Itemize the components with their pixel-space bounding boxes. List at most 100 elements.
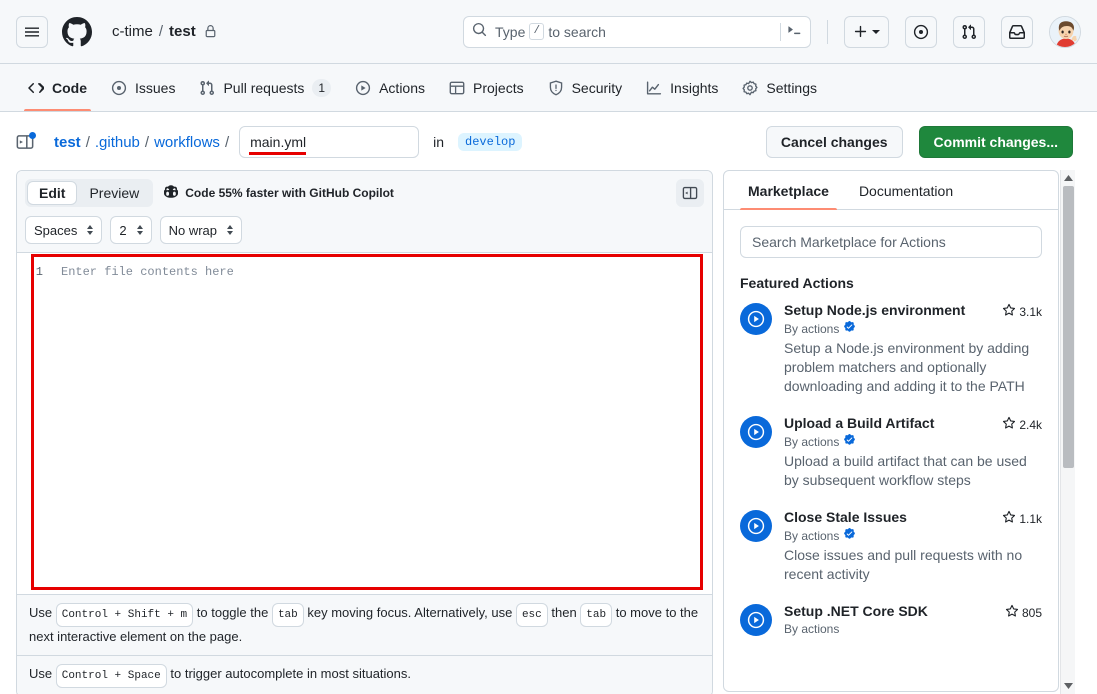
- edit-preview-tabs: Edit Preview: [25, 179, 154, 207]
- action-author-label: By actions: [784, 622, 840, 636]
- sidebar-item-issues[interactable]: Issues: [99, 64, 187, 111]
- marketplace-column: Marketplace Documentation Featured Actio…: [723, 170, 1075, 694]
- sidebar-item-projects[interactable]: Projects: [437, 64, 536, 111]
- shield-icon: [548, 79, 564, 96]
- featured-actions-title: Featured Actions: [740, 275, 854, 291]
- kbd-tab-1: tab: [271, 603, 304, 627]
- action-name[interactable]: Setup .NET Core SDK: [784, 602, 999, 621]
- list-item[interactable]: Setup .NET Core SDK 805 By actions: [740, 602, 1042, 636]
- breadcrumb-owner[interactable]: c-time: [112, 23, 153, 40]
- graph-icon: [646, 80, 662, 96]
- marketplace-scrollbar[interactable]: [1060, 170, 1075, 694]
- chevron-updown-icon: [136, 225, 143, 235]
- global-search-input[interactable]: Type / to search: [463, 15, 811, 48]
- create-new-button[interactable]: [844, 15, 889, 48]
- action-body: Upload a Build Artifact 2.4k By actions …: [784, 414, 1042, 490]
- chevron-updown-icon: [87, 225, 94, 235]
- scrollbar-down-arrow-icon[interactable]: [1061, 678, 1076, 693]
- gear-icon: [742, 80, 758, 96]
- action-description: Close issues and pull requests with no r…: [784, 547, 1023, 582]
- breadcrumb-crumb-github[interactable]: .github: [95, 134, 140, 151]
- action-star-count: 2.4k: [1019, 417, 1042, 432]
- chevron-down-icon: [872, 29, 880, 34]
- action-stars: 3.1k: [1002, 303, 1042, 320]
- cancel-changes-button[interactable]: Cancel changes: [765, 126, 903, 158]
- kbd-esc: esc: [515, 603, 548, 627]
- action-name[interactable]: Close Stale Issues: [784, 508, 996, 527]
- nav-label-actions: Actions: [379, 79, 426, 96]
- tab-edit[interactable]: Edit: [27, 181, 78, 205]
- help-text-2: Use Control + Space to trigger autocompl…: [29, 664, 411, 688]
- file-edit-header: test / .github / workflows / in develop …: [0, 112, 1097, 170]
- verified-badge-icon: [843, 321, 856, 337]
- action-author: By actions: [784, 321, 1042, 337]
- sidebar-item-security[interactable]: Security: [536, 64, 635, 111]
- notifications-button[interactable]: [1001, 15, 1033, 48]
- copilot-promo-label: Code 55% faster with GitHub Copilot: [185, 186, 394, 200]
- marketplace-panel: Marketplace Documentation Featured Actio…: [723, 170, 1059, 692]
- action-head: Setup .NET Core SDK 805: [784, 602, 1042, 621]
- breadcrumb-crumb-workflows[interactable]: workflows: [154, 134, 220, 151]
- tab-marketplace[interactable]: Marketplace: [740, 171, 837, 210]
- editor-toolbar-row-2: Spaces 2 No wrap: [25, 216, 704, 244]
- scrollbar-up-arrow-icon[interactable]: [1061, 171, 1076, 186]
- global-header: c-time / test Type / to search: [0, 0, 1097, 64]
- unsaved-changes-dot: [29, 132, 36, 139]
- github-logo-icon[interactable]: [62, 16, 92, 47]
- list-item[interactable]: Upload a Build Artifact 2.4k By actions …: [740, 414, 1042, 490]
- help-text-1: Use Control + Shift + m to toggle the ta…: [29, 603, 699, 644]
- command-palette-icon[interactable]: [780, 22, 802, 41]
- verified-badge-icon: [843, 434, 856, 450]
- commit-changes-button[interactable]: Commit changes...: [918, 126, 1073, 158]
- list-item[interactable]: Close Stale Issues 1.1k By actions Close…: [740, 508, 1042, 584]
- action-name[interactable]: Upload a Build Artifact: [784, 414, 996, 433]
- code-editor-area[interactable]: 1 Enter file contents here: [17, 253, 712, 594]
- sidebar-item-settings[interactable]: Settings: [730, 64, 829, 111]
- nav-label-settings: Settings: [766, 79, 818, 96]
- play-icon: [355, 80, 371, 96]
- branch-badge[interactable]: develop: [458, 133, 523, 151]
- action-head: Close Stale Issues 1.1k: [784, 508, 1042, 527]
- breadcrumb-separator: /: [158, 23, 164, 40]
- tab-preview[interactable]: Preview: [77, 181, 151, 205]
- search-slash-key: /: [529, 23, 545, 40]
- issues-assigned-button[interactable]: [905, 15, 937, 48]
- side-panel-collapse-icon[interactable]: [676, 179, 704, 207]
- marketplace-search-input[interactable]: [740, 226, 1042, 258]
- indent-mode-select[interactable]: Spaces: [25, 216, 103, 244]
- nav-label-projects: Projects: [473, 79, 524, 96]
- action-body: Setup Node.js environment 3.1k By action…: [784, 301, 1042, 396]
- pull-requests-button[interactable]: [953, 15, 985, 48]
- list-item[interactable]: Setup Node.js environment 3.1k By action…: [740, 301, 1042, 396]
- filename-field-wrapper: [237, 126, 420, 158]
- sidebar-item-code[interactable]: Code: [16, 64, 99, 111]
- breadcrumb-repo[interactable]: test: [169, 23, 196, 40]
- indent-mode-value: Spaces: [34, 222, 78, 238]
- breadcrumb-crumb-repo[interactable]: test: [54, 134, 81, 151]
- wrap-mode-select[interactable]: No wrap: [159, 216, 243, 244]
- search-placeholder-suffix: to search: [548, 23, 606, 40]
- scrollbar-thumb[interactable]: [1063, 186, 1074, 468]
- copilot-promo[interactable]: Code 55% faster with GitHub Copilot: [163, 184, 394, 203]
- header-breadcrumb: c-time / test: [112, 23, 217, 40]
- action-head: Setup Node.js environment 3.1k: [784, 301, 1042, 320]
- breadcrumb-sep-1: /: [85, 133, 90, 151]
- action-name[interactable]: Setup Node.js environment: [784, 301, 996, 320]
- breadcrumb-sep-3: /: [224, 133, 230, 151]
- avatar[interactable]: [1049, 15, 1081, 48]
- star-icon: [1002, 303, 1016, 320]
- kbd-tab-2: tab: [580, 603, 613, 627]
- search-placeholder-prefix: Type: [495, 23, 526, 40]
- indent-size-select[interactable]: 2: [110, 216, 152, 244]
- hamburger-menu-icon[interactable]: [16, 15, 48, 48]
- search-icon: [472, 22, 487, 42]
- copilot-icon: [163, 184, 179, 203]
- tab-documentation[interactable]: Documentation: [851, 171, 961, 209]
- filename-red-underline-annotation: [249, 152, 307, 155]
- sidebar-item-actions[interactable]: Actions: [343, 64, 437, 111]
- verified-badge-icon: [843, 528, 856, 544]
- search-placeholder: Type / to search: [495, 23, 772, 40]
- side-panel-expand-icon[interactable]: [16, 132, 36, 151]
- sidebar-item-insights[interactable]: Insights: [634, 64, 730, 111]
- sidebar-item-pull-requests[interactable]: Pull requests 1: [187, 64, 343, 111]
